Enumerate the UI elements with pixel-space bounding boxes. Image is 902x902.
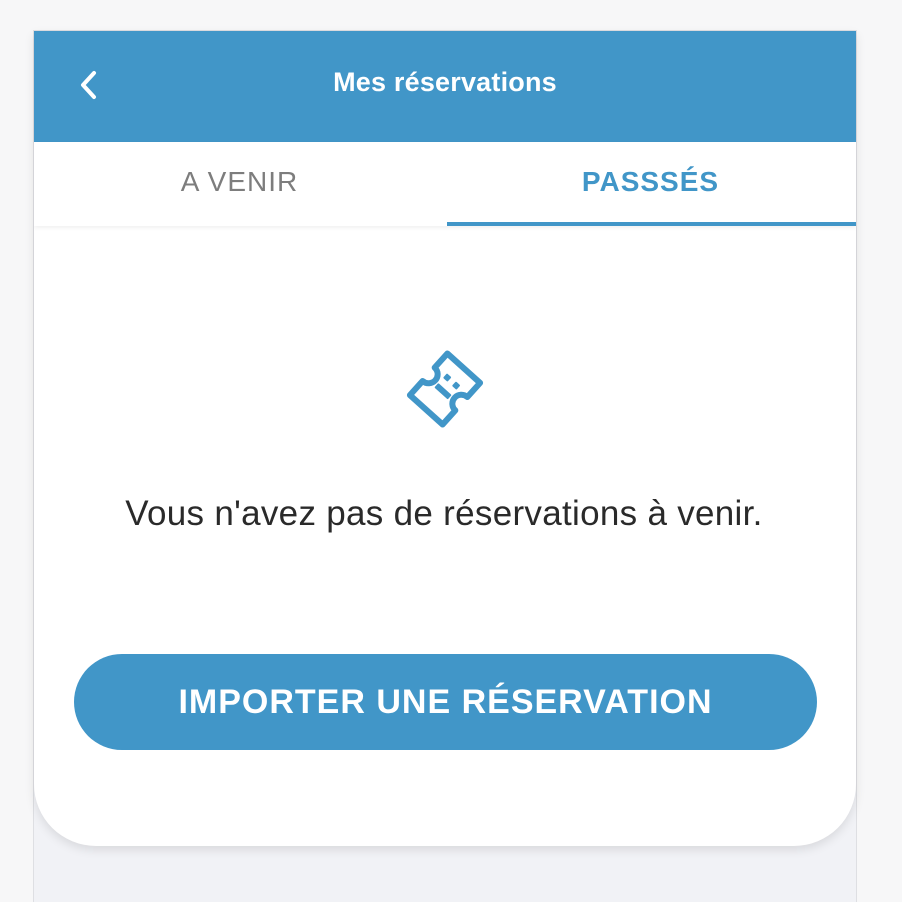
ticket-icon [406,350,484,428]
tab-bar: A VENIR PASSSÉS [34,142,856,226]
app-frame: Mes réservations A VENIR PASSSÉS Vous n'… [33,30,857,902]
import-reservation-button[interactable]: IMPORTER UNE RÉSERVATION [74,654,817,750]
tab-upcoming[interactable]: A VENIR [34,142,445,226]
empty-state-message: Vous n'avez pas de réservations à venir. [125,494,763,533]
tab-past[interactable]: PASSSÉS [445,142,856,226]
app-header: Mes réservations [34,31,856,142]
reservations-card: Mes réservations A VENIR PASSSÉS Vous n'… [34,31,856,846]
tab-active-indicator [447,222,856,226]
page-title: Mes réservations [333,67,557,97]
